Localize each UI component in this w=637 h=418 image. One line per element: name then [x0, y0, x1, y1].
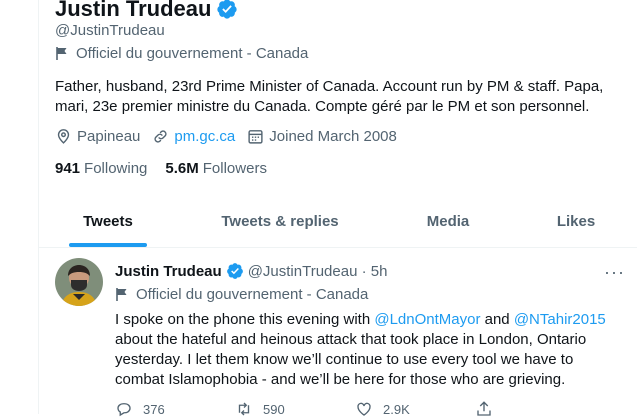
profile-column: Justin Trudeau @JustinTrudeau Officiel d…: [38, 0, 637, 417]
tab-media[interactable]: Media: [409, 196, 487, 247]
reply-button[interactable]: 376: [115, 400, 235, 418]
tweet-text-part: I spoke on the phone this evening with: [115, 311, 375, 328]
following-count: 941: [55, 160, 81, 177]
tweet-avatar[interactable]: [55, 258, 103, 306]
tab-tweets-replies[interactable]: Tweets & replies: [205, 196, 355, 247]
share-icon: [477, 401, 491, 416]
joined-item: Joined March 2008: [247, 128, 397, 145]
followers-label: Followers: [202, 160, 267, 177]
following-label: Following: [84, 160, 148, 177]
profile-meta: Papineau pm.gc.ca Joined March 2008: [55, 128, 409, 145]
retweet-button[interactable]: 590: [235, 400, 355, 418]
location-icon: [57, 129, 70, 144]
tweet-actions: 376 590 2.9K: [115, 400, 595, 418]
reply-count: 376: [143, 401, 165, 417]
profile-handle: @JustinTrudeau: [55, 22, 165, 39]
followers-count: 5.6M: [165, 160, 199, 177]
calendar-icon: [248, 130, 263, 144]
mention-link[interactable]: @LdnOntMayor: [374, 311, 480, 328]
like-icon: [357, 402, 371, 416]
tab-tweets[interactable]: Tweets: [69, 196, 147, 247]
tab-likes[interactable]: Likes: [543, 196, 609, 247]
retweet-icon: [238, 402, 250, 416]
joined-date: Joined March 2008: [269, 128, 397, 145]
active-tab-indicator: [69, 243, 147, 247]
tab-likes-label: Likes: [556, 213, 596, 230]
verified-badge-icon: [226, 263, 243, 279]
tab-tweets-label: Tweets: [83, 213, 133, 230]
government-label[interactable]: Officiel du gouvernement - Canada: [55, 45, 308, 62]
tweet-text: I spoke on the phone this evening with @…: [115, 310, 625, 390]
avatar-image: [55, 258, 103, 306]
tweet-government-label-text: Officiel du gouvernement - Canada: [136, 286, 369, 303]
link-icon: [154, 130, 167, 143]
like-count: 2.9K: [383, 401, 410, 417]
website-item[interactable]: pm.gc.ca: [152, 128, 235, 145]
retweet-count: 590: [263, 401, 285, 417]
share-button[interactable]: [475, 400, 595, 418]
tweet-government-label[interactable]: Officiel du gouvernement - Canada: [115, 286, 368, 303]
tweet-author-name[interactable]: Justin Trudeau: [115, 263, 222, 280]
profile-bio: Father, husband, 23rd Prime Minister of …: [55, 78, 604, 115]
tweet-handle-time[interactable]: @JustinTrudeau · 5h: [248, 263, 388, 280]
verified-badge-icon: [217, 0, 238, 19]
like-button[interactable]: 2.9K: [355, 400, 475, 418]
reply-icon: [117, 403, 131, 417]
profile-name: Justin Trudeau: [55, 0, 212, 21]
tweet-header: Justin Trudeau @JustinTrudeau · 5h: [115, 262, 387, 280]
profile-tabs: Tweets Tweets & replies Media Likes: [39, 196, 637, 248]
follow-stats: 941 Following 5.6M Followers: [55, 160, 285, 177]
location-text: Papineau: [77, 128, 141, 145]
more-icon[interactable]: ···: [604, 262, 625, 283]
government-flag-icon: [56, 47, 67, 60]
tweet-text-part: and: [480, 311, 514, 328]
government-label-text: Officiel du gouvernement - Canada: [76, 45, 309, 62]
location-item: Papineau: [55, 128, 140, 145]
tab-tweets-replies-label: Tweets & replies: [221, 213, 339, 230]
tab-media-label: Media: [426, 213, 470, 230]
following-link[interactable]: 941 Following: [55, 160, 147, 177]
government-flag-icon: [116, 288, 127, 301]
tweet-text-part: about the hateful and heinous attack tha…: [115, 331, 587, 388]
mention-link[interactable]: @NTahir2015: [514, 311, 606, 328]
profile-header-name: Justin Trudeau: [55, 0, 238, 22]
followers-link[interactable]: 5.6M Followers: [165, 160, 267, 177]
website-link[interactable]: pm.gc.ca: [174, 128, 235, 145]
